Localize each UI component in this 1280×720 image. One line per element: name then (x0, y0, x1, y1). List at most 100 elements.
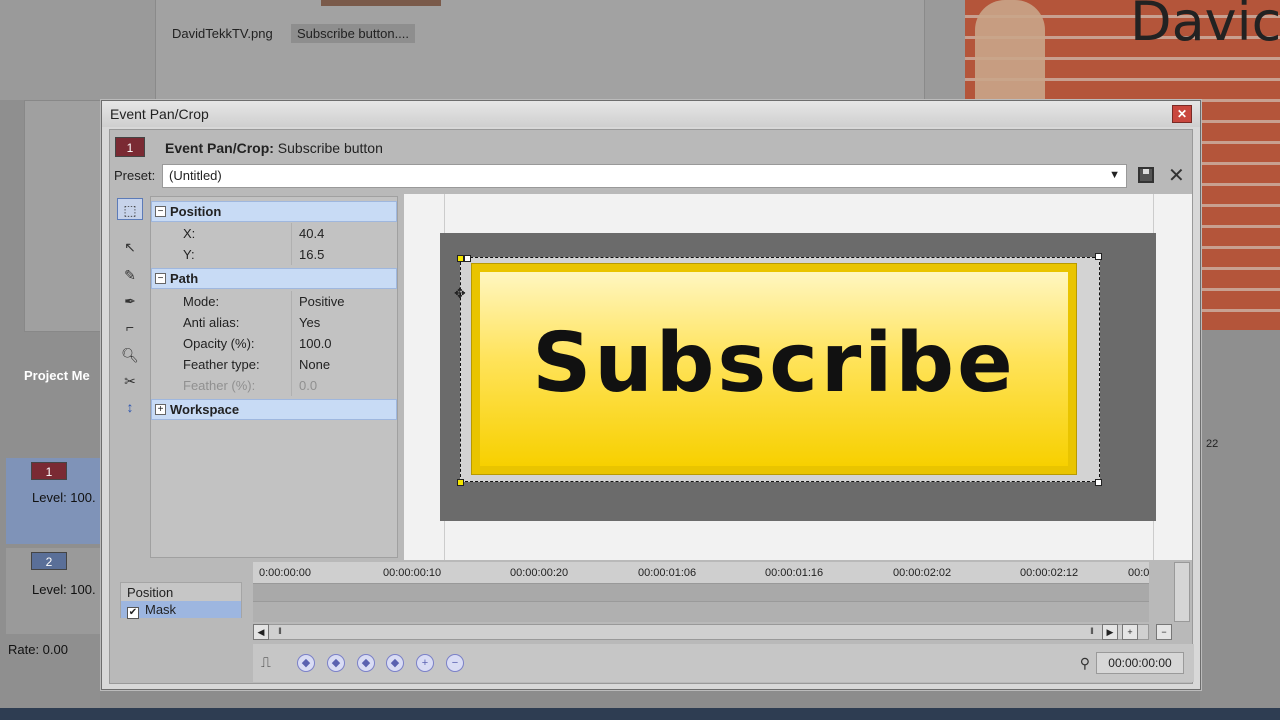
timeline-tracks-list: Position ✔ Mask (120, 582, 242, 619)
scroll-left-icon[interactable]: ◀ (253, 624, 269, 640)
property-key: Anti alias: (183, 315, 240, 330)
category-label: Workspace (170, 402, 240, 417)
delete-keyframe-icon[interactable]: − (446, 654, 464, 672)
header-event-name: Subscribe button (277, 140, 383, 156)
scroll-thumb-right[interactable]: ‖ (1084, 624, 1100, 640)
property-key: Feather (%): (183, 378, 256, 393)
normal-edit-tool-icon[interactable]: ⬚ (117, 198, 143, 220)
zoom-out-icon[interactable]: − (1156, 624, 1172, 640)
last-keyframe-icon[interactable]: ◆ (386, 654, 404, 672)
property-value[interactable]: 100.0 (299, 336, 332, 351)
mask-handle-top-right[interactable] (1095, 253, 1102, 260)
collapse-icon[interactable]: − (155, 273, 166, 284)
timeline-item-position[interactable]: Position (121, 584, 241, 601)
zoom-tool-icon[interactable]: 🔍︎ (117, 344, 143, 366)
horizontal-scrollbar[interactable]: ◀ ‖ ‖ ▶ + (253, 624, 1149, 640)
track-2[interactable]: 2 Level: 100. (6, 548, 102, 634)
property-value: 0.0 (299, 378, 318, 393)
keyframe-controls: ⎍ ◆ ◆ ◆ ◆ + − ⚲ 00:00:00:00 (253, 644, 1194, 682)
title-bar[interactable]: Event Pan/Crop ✕ (102, 101, 1200, 127)
vertical-scrollbar[interactable] (1174, 562, 1190, 622)
subscribe-button-text: Subscribe (532, 316, 1016, 411)
property-value[interactable]: None (299, 357, 330, 372)
move-cursor-icon: ✥ (454, 285, 466, 301)
timeline-ruler[interactable]: 0:00:00:00 00:00:00:10 00:00:00:20 00:00… (253, 562, 1149, 584)
expand-icon[interactable]: + (155, 404, 166, 415)
property-mode[interactable]: Mode: Positive (151, 291, 397, 312)
lock-envelopes-icon[interactable]: ⚲ (1080, 655, 1090, 672)
delete-preset-icon[interactable]: ✕ (1168, 163, 1185, 188)
first-keyframe-icon[interactable]: ◆ (297, 654, 315, 672)
property-y[interactable]: Y: 16.5 (151, 244, 397, 265)
next-keyframe-icon[interactable]: ◆ (357, 654, 375, 672)
property-opacity[interactable]: Opacity (%): 100.0 (151, 333, 397, 354)
category-position[interactable]: − Position (151, 201, 397, 222)
zoom-in-icon[interactable]: + (1122, 624, 1138, 640)
property-value[interactable]: Yes (299, 315, 320, 330)
media-file-davidtekktv[interactable]: DavidTekkTV.png (166, 24, 279, 43)
preset-dropdown[interactable]: (Untitled) ▼ (162, 164, 1127, 188)
project-tab-label[interactable]: Project Me (24, 368, 90, 383)
timeline-item-mask[interactable]: ✔ Mask (121, 601, 241, 619)
mask-handle-top-left-inner[interactable] (464, 255, 471, 262)
person-image (975, 0, 1045, 110)
add-keyframe-icon[interactable]: + (416, 654, 434, 672)
track-number: 2 (31, 552, 67, 570)
property-x[interactable]: X: 40.4 (151, 223, 397, 244)
mask-selection[interactable]: Subscribe (460, 257, 1100, 482)
video-frame[interactable]: Subscribe ✥ (440, 233, 1156, 521)
collapse-icon[interactable]: − (155, 206, 166, 217)
rate-label: Rate: 0.00 (8, 642, 68, 657)
current-time-display[interactable]: 00:00:00:00 (1096, 652, 1184, 674)
mask-handle-top-left[interactable] (457, 255, 464, 262)
category-workspace[interactable]: + Workspace (151, 399, 397, 420)
preset-value: (Untitled) (169, 168, 222, 183)
property-feather-type[interactable]: Feather type: None (151, 354, 397, 375)
mask-handle-bottom-left[interactable] (457, 479, 464, 486)
media-thumbnail[interactable] (321, 0, 441, 6)
ruler-tick: 00:0 (1128, 567, 1150, 579)
chevron-down-icon[interactable]: ▼ (1109, 169, 1120, 181)
ruler-tick: 00:00:00:10 (383, 567, 442, 579)
pan-crop-canvas[interactable]: Subscribe ✥ (404, 194, 1192, 560)
move-vertical-icon[interactable]: ↕ (117, 396, 143, 418)
property-key: Mode: (183, 294, 220, 309)
keyframe-timeline: Position ✔ Mask 0:00:00:00 00:00:00:10 00… (110, 562, 1194, 684)
right-panel: 22 (1200, 330, 1280, 720)
mask-checkbox[interactable]: ✔ (127, 607, 139, 619)
properties-panel: − Position X: 40.4 Y: 16.5 − Path Mode: … (150, 196, 398, 558)
property-key: Feather type: (183, 357, 260, 372)
property-anti-alias[interactable]: Anti alias: Yes (151, 312, 397, 333)
anchor-delete-tool-icon[interactable]: ✂ (117, 370, 143, 392)
category-label: Path (170, 271, 199, 286)
brand-text: Davic (1130, 0, 1280, 53)
previous-keyframe-icon[interactable]: ◆ (327, 654, 345, 672)
ruler-tick: 00:00:00:20 (510, 567, 569, 579)
scroll-right-icon[interactable]: ▶ (1102, 624, 1118, 640)
property-key: X: (183, 226, 196, 241)
left-subpanel (24, 100, 104, 332)
split-tangent-tool-icon[interactable]: ⌐ (117, 316, 143, 338)
property-value[interactable]: 40.4 (299, 226, 324, 241)
pointer-tool-icon[interactable]: ↖ (117, 236, 143, 258)
property-value[interactable]: Positive (299, 294, 345, 309)
event-number-badge: 1 (115, 137, 145, 157)
pen-add-tool-icon[interactable]: ✒ (117, 290, 143, 312)
keyframe-track-area[interactable] (253, 584, 1149, 622)
sync-cursor-icon[interactable]: ⎍ (261, 654, 271, 671)
media-file-subscribe[interactable]: Subscribe button.... (291, 24, 416, 43)
property-key: Y: (183, 247, 195, 262)
scroll-thumb-left[interactable]: ‖ (272, 624, 288, 640)
mask-handle-bottom-right[interactable] (1095, 479, 1102, 486)
save-preset-icon[interactable] (1138, 167, 1154, 183)
property-value[interactable]: 16.5 (299, 247, 324, 262)
ruler-tick: 00:00:02:02 (893, 567, 952, 579)
subscribe-button-image: Subscribe (471, 263, 1077, 475)
category-path[interactable]: − Path (151, 268, 397, 289)
close-window-button[interactable]: ✕ (1172, 105, 1192, 123)
taskbar (0, 708, 1280, 720)
dialog-body: 1 Event Pan/Crop: Subscribe button Prese… (109, 129, 1194, 684)
track-1[interactable]: 1 Level: 100. (6, 458, 102, 544)
anchor-creation-tool-icon[interactable]: ✎ (117, 264, 143, 286)
property-key: Opacity (%): (183, 336, 255, 351)
